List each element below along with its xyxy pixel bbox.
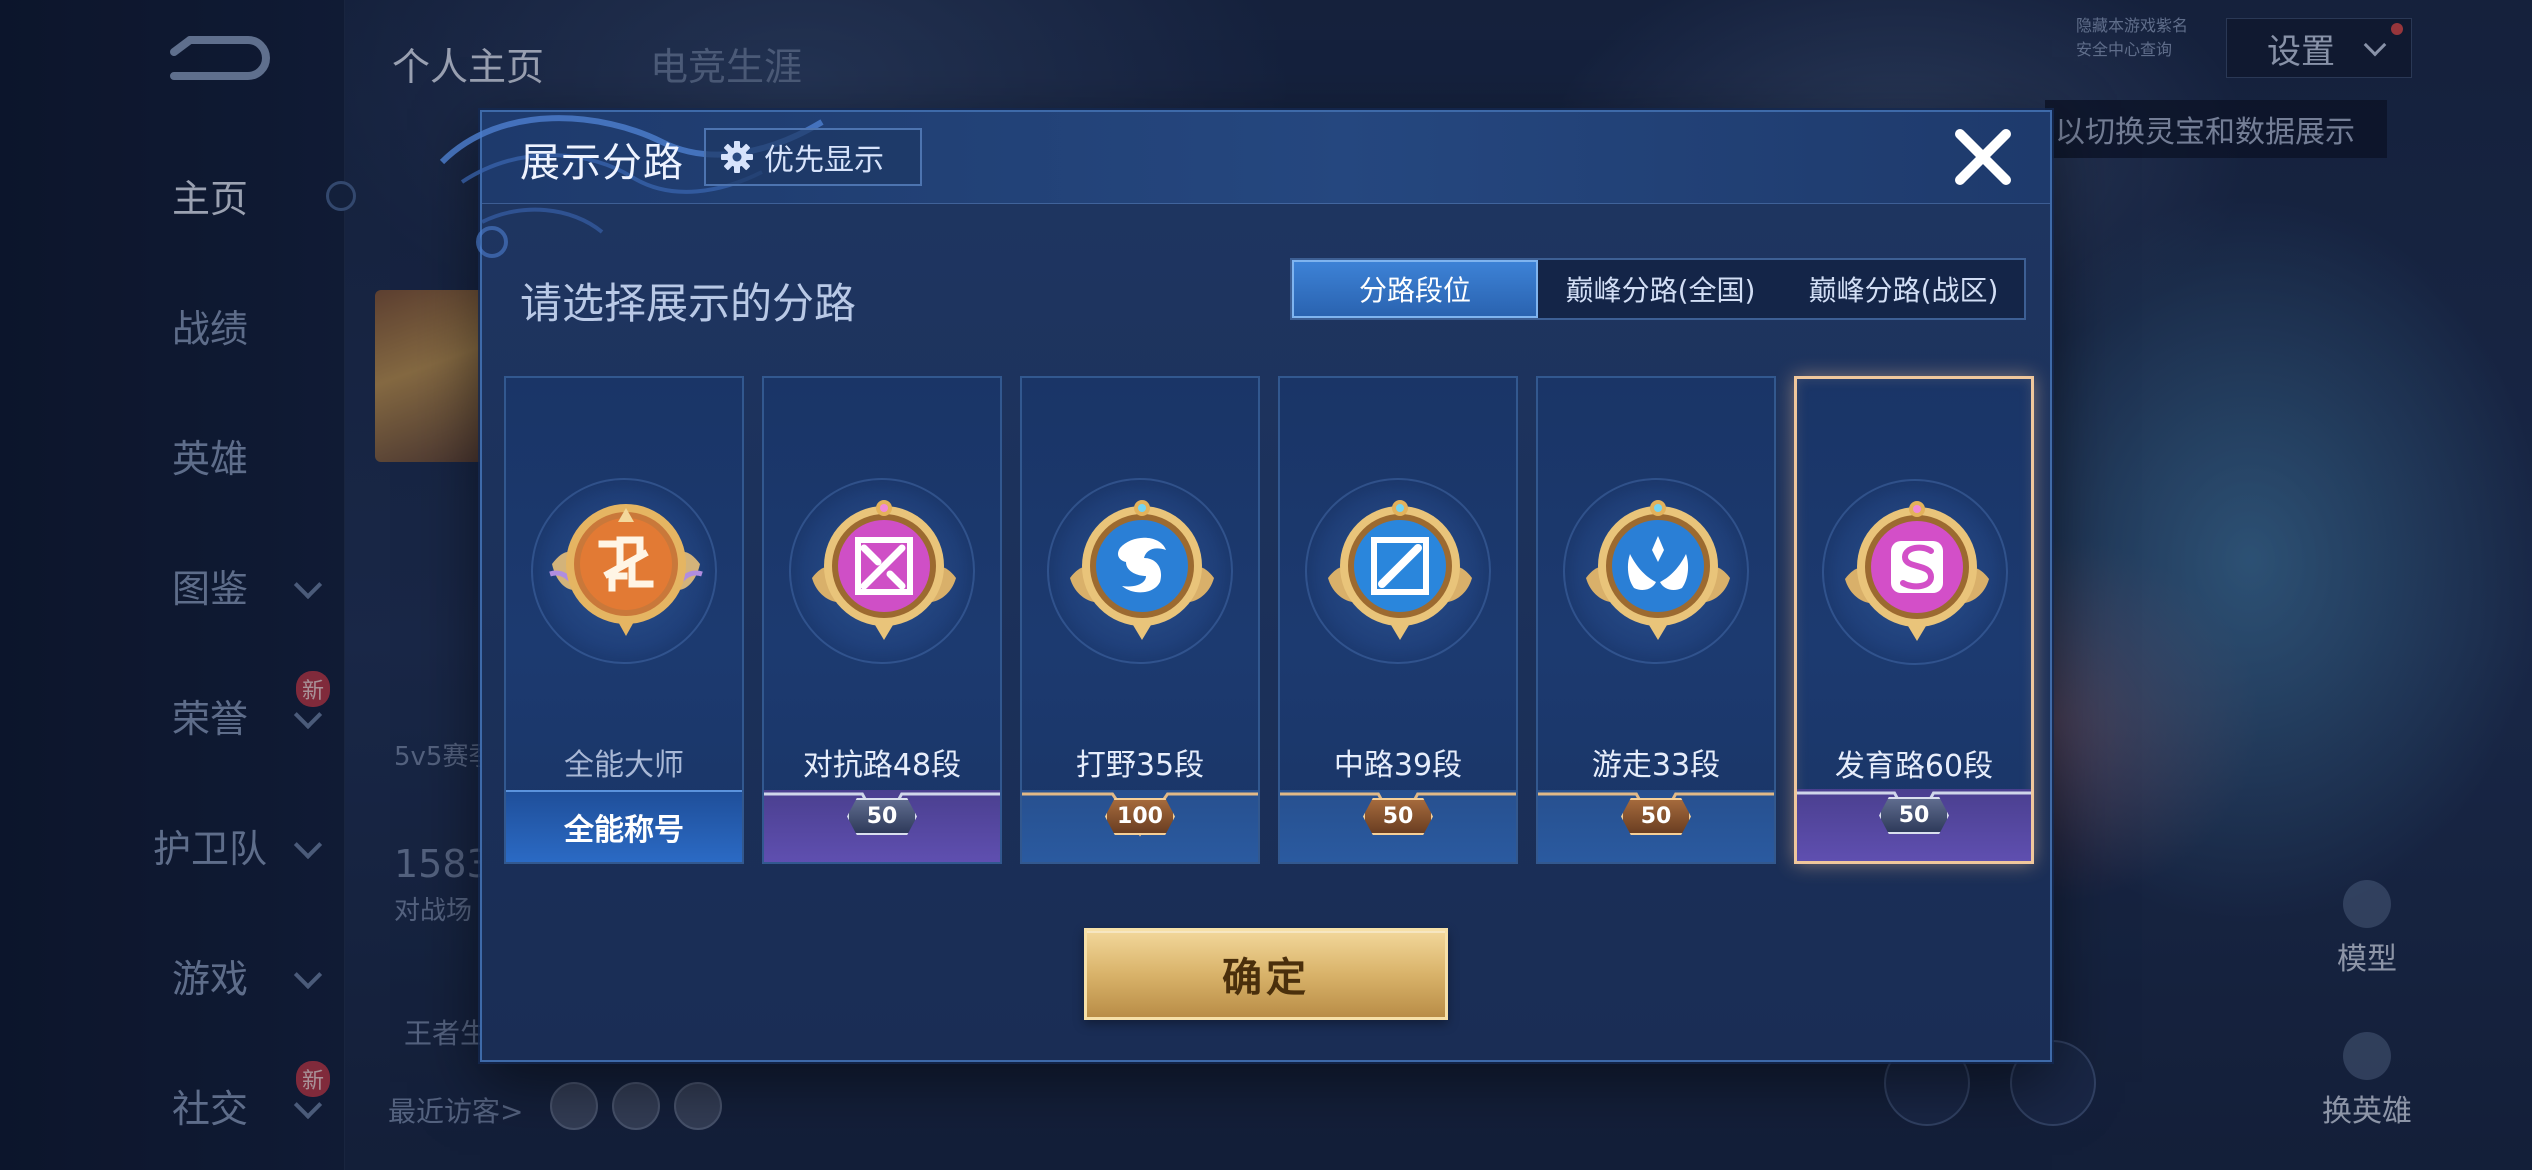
all-round-master-icon: [549, 504, 703, 636]
lane-card-list: 全能大师 全能称号 对抗路48段 50 打野35段 100 中路39段 50 游…: [504, 376, 2034, 866]
confirm-label: 确定: [1222, 955, 1310, 1001]
level-badge: 50: [1879, 797, 1949, 834]
level-badge: 50: [847, 798, 917, 835]
clash-lane-icon: [812, 500, 956, 640]
tab-peak-region[interactable]: 巅峰分路(战区): [1783, 260, 2024, 318]
card-footer-banner: 50: [1797, 789, 2031, 861]
card-name: 中路39段: [1333, 748, 1463, 783]
priority-display-label: 优先显示: [764, 143, 884, 178]
tab-peak-national[interactable]: 巅峰分路(全国): [1538, 260, 1783, 318]
lane-card-mid[interactable]: 中路39段 50: [1278, 376, 1518, 864]
confirm-button[interactable]: 确定: [1084, 928, 1448, 1020]
card-footer-banner: 50: [1280, 790, 1516, 862]
lane-card-farm[interactable]: 发育路60段 50: [1794, 376, 2034, 864]
level-badge: 50: [1363, 798, 1433, 835]
lane-card-all-round[interactable]: 全能大师 全能称号: [504, 376, 744, 864]
jungle-dragon-icon: [1070, 500, 1214, 640]
gear-icon: [721, 141, 753, 173]
tab-lane-rank[interactable]: 分路段位: [1292, 260, 1538, 318]
all-round-title-label: 全能称号: [564, 813, 684, 848]
priority-display-button[interactable]: 优先显示: [704, 128, 922, 186]
card-name: 全能大师: [564, 748, 684, 783]
card-footer-title: 全能称号: [506, 790, 742, 862]
card-footer-banner: 50: [1538, 790, 1774, 862]
card-name: 游走33段: [1591, 748, 1721, 783]
close-icon[interactable]: [1948, 122, 2018, 192]
lane-card-jungle[interactable]: 打野35段 100: [1020, 376, 1260, 864]
mid-lane-icon: [1328, 500, 1472, 640]
dialog-title: 展示分路: [520, 140, 684, 186]
select-lane-prompt: 请选择展示的分路: [520, 279, 857, 328]
card-footer-banner: 100: [1022, 790, 1258, 862]
card-footer-banner: 50: [764, 790, 1000, 862]
card-name: 对抗路48段: [802, 748, 962, 783]
lane-card-roam[interactable]: 游走33段 50: [1536, 376, 1776, 864]
level-badge: 50: [1621, 798, 1691, 835]
card-name: 发育路60段: [1834, 749, 1994, 784]
lane-card-clash[interactable]: 对抗路48段 50: [762, 376, 1002, 864]
roam-wings-icon: [1586, 500, 1730, 640]
display-lane-dialog: 展示分路 优先显示 请选择展示的分路 分路段位 巅峰分路(全国) 巅峰分路(战区…: [439, 110, 2052, 1062]
card-name: 打野35段: [1075, 748, 1205, 783]
level-badge: 100: [1105, 798, 1175, 835]
farm-lane-icon: [1845, 501, 1989, 641]
lane-type-segmented-control: 分路段位 巅峰分路(全国) 巅峰分路(战区): [1290, 258, 2026, 320]
